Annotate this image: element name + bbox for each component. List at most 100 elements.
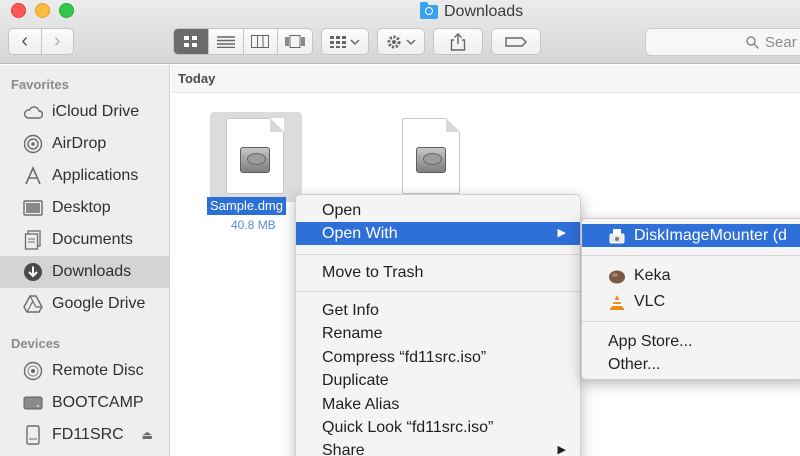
- submenu-item-diskimagemounter[interactable]: DiskImageMounter (d: [582, 224, 800, 247]
- window-title-label: Downloads: [444, 3, 524, 20]
- sidebar-item-downloads[interactable]: Downloads: [0, 256, 169, 288]
- group-header: Today: [171, 65, 800, 93]
- sidebar-item-desktop[interactable]: Desktop: [0, 192, 169, 224]
- sidebar: Favorites iCloud Drive AirDrop Applicati…: [0, 65, 170, 456]
- iso-file-icon: [402, 118, 460, 194]
- menu-item-compress[interactable]: Compress “fd11src.iso”: [296, 346, 580, 369]
- cloud-icon: [22, 102, 44, 122]
- sidebar-item-label: Desktop: [52, 199, 111, 216]
- menu-item-get-info[interactable]: Get Info: [296, 299, 580, 322]
- list-view-icon: [216, 35, 235, 48]
- sidebar-item-label: FD11SRC: [52, 426, 124, 443]
- share-icon: [450, 32, 466, 51]
- submenu-item-keka[interactable]: Keka: [582, 264, 800, 287]
- eject-icon[interactable]: ⏏: [142, 428, 153, 442]
- sidebar-item-label: BOOTCAMP: [52, 394, 144, 411]
- action-button[interactable]: [377, 28, 425, 55]
- arrange-icon: [330, 35, 360, 48]
- sidebar-item-label: AirDrop: [52, 135, 107, 152]
- share-button[interactable]: [433, 28, 483, 55]
- menu-item-label: Rename: [322, 325, 383, 342]
- desktop-icon: [22, 198, 44, 218]
- window-title: Downloads: [420, 2, 523, 22]
- dmg-file-icon: [226, 118, 284, 194]
- menu-item-share[interactable]: Share ▶: [296, 439, 580, 456]
- maximize-window-button[interactable]: [59, 3, 74, 18]
- submenu-arrow-icon: ▶: [557, 227, 566, 239]
- file-item-sample-dmg[interactable]: [210, 112, 302, 202]
- menu-item-open[interactable]: Open: [296, 199, 580, 222]
- submenu-item-other[interactable]: Other...: [582, 353, 800, 376]
- submenu-item-app-store[interactable]: App Store...: [582, 330, 800, 353]
- keka-icon: [609, 270, 625, 284]
- list-view-button[interactable]: [207, 29, 243, 54]
- file-name-label[interactable]: Sample.dmg: [207, 197, 286, 215]
- google-drive-icon: [22, 294, 44, 314]
- gallery-view-icon: [285, 35, 305, 48]
- open-with-submenu: DiskImageMounter (d Keka VLC App Store..…: [581, 218, 800, 380]
- column-view-icon: [251, 35, 270, 48]
- file-item-fd11src-iso[interactable]: [386, 112, 478, 202]
- back-button[interactable]: ‹: [9, 29, 41, 54]
- context-menu: Open Open With ▶ Move to Trash Get Info R…: [295, 194, 581, 456]
- search-icon: [746, 35, 759, 49]
- menu-item-label: DiskImageMounter (d: [634, 227, 787, 244]
- menu-item-duplicate[interactable]: Duplicate: [296, 369, 580, 392]
- tag-icon: [505, 36, 527, 47]
- menu-item-quick-look[interactable]: Quick Look “fd11src.iso”: [296, 416, 580, 439]
- sidebar-item-icloud-drive[interactable]: iCloud Drive: [0, 96, 169, 128]
- search-field[interactable]: Sear: [645, 28, 800, 56]
- drive-icon: [22, 425, 44, 445]
- menu-separator: [582, 255, 800, 256]
- menu-item-move-to-trash[interactable]: Move to Trash: [296, 261, 580, 284]
- navigation-buttons: ‹ ›: [8, 28, 74, 55]
- sidebar-item-applications[interactable]: Applications: [0, 160, 169, 192]
- sidebar-item-google-drive[interactable]: Google Drive: [0, 288, 169, 320]
- sidebar-item-documents[interactable]: Documents: [0, 224, 169, 256]
- devices-header: Devices: [11, 336, 61, 351]
- sidebar-item-airdrop[interactable]: AirDrop: [0, 128, 169, 160]
- sidebar-item-label: Applications: [52, 167, 139, 184]
- icon-view-button[interactable]: [174, 29, 208, 54]
- close-window-button[interactable]: [11, 3, 26, 18]
- tags-button[interactable]: [491, 28, 541, 55]
- documents-icon: [22, 230, 44, 250]
- diskimagemounter-icon: [609, 229, 625, 244]
- menu-item-rename[interactable]: Rename: [296, 322, 580, 345]
- menu-item-label: Quick Look “fd11src.iso”: [322, 419, 494, 436]
- disc-icon: [22, 361, 44, 381]
- submenu-arrow-icon: ▶: [557, 444, 566, 456]
- menu-item-label: Other...: [608, 356, 661, 373]
- sidebar-item-label: iCloud Drive: [52, 103, 140, 120]
- airdrop-icon: [22, 134, 44, 154]
- file-size-label: 40.8 MB: [231, 218, 276, 232]
- menu-item-label: VLC: [634, 293, 666, 310]
- menu-item-label: Get Info: [322, 302, 379, 319]
- arrange-button[interactable]: [321, 28, 369, 55]
- menu-item-label: Share: [322, 442, 365, 456]
- sidebar-item-label: Remote Disc: [52, 362, 144, 379]
- menu-item-label: Open: [322, 202, 362, 219]
- sidebar-item-label: Google Drive: [52, 295, 146, 312]
- icon-view-icon: [183, 35, 197, 47]
- search-placeholder: Sear: [765, 33, 797, 51]
- sidebar-item-remote-disc[interactable]: Remote Disc: [0, 355, 169, 387]
- column-view-button[interactable]: [242, 29, 278, 54]
- menu-item-label: Move to Trash: [322, 264, 424, 281]
- applications-icon: [22, 166, 44, 186]
- window-toolbar: Downloads ‹ › Sear: [0, 0, 800, 64]
- forward-button[interactable]: ›: [40, 29, 74, 54]
- gallery-view-button[interactable]: [277, 29, 312, 54]
- vlc-icon: [610, 295, 624, 310]
- menu-item-label: Open With: [322, 225, 398, 242]
- submenu-item-vlc[interactable]: VLC: [582, 290, 800, 313]
- menu-item-open-with[interactable]: Open With ▶: [296, 222, 580, 245]
- sidebar-item-label: Downloads: [52, 263, 132, 280]
- drive-icon: [22, 393, 44, 413]
- menu-item-label: Keka: [634, 267, 671, 284]
- sidebar-item-bootcamp[interactable]: BOOTCAMP: [0, 387, 169, 419]
- menu-item-make-alias[interactable]: Make Alias: [296, 393, 580, 416]
- minimize-window-button[interactable]: [35, 3, 50, 18]
- menu-separator: [296, 291, 580, 292]
- sidebar-item-fd11src[interactable]: FD11SRC ⏏: [0, 419, 169, 451]
